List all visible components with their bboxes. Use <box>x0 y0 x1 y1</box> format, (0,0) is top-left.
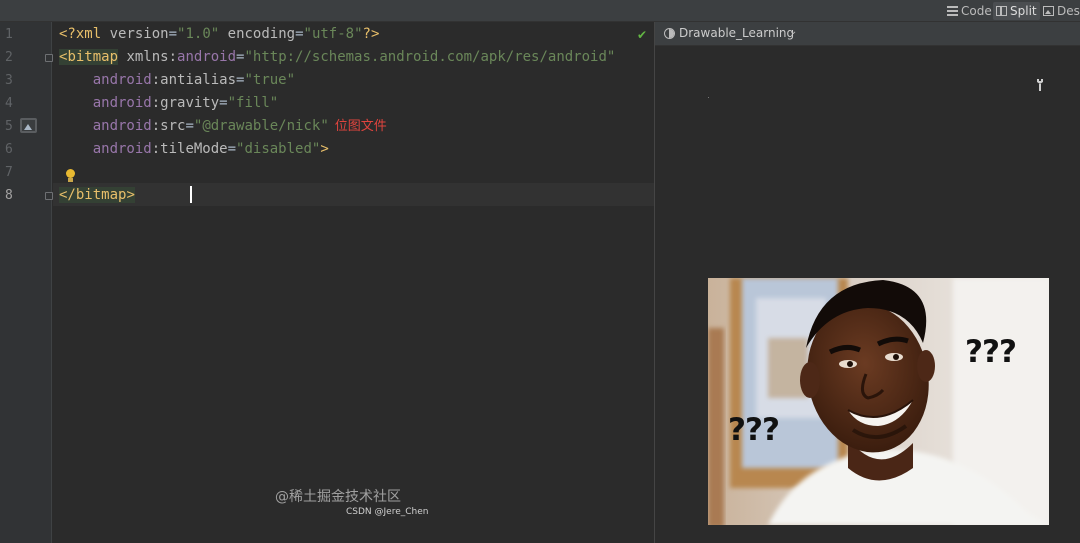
split-view-icon <box>996 6 1007 16</box>
bitmap-preview-image: ??? ??? <box>708 278 1049 525</box>
text-caret <box>190 186 192 203</box>
attr-name: :tileMode <box>151 141 228 157</box>
line-number: 3 <box>5 73 13 88</box>
attr-name: :gravity <box>151 95 220 111</box>
line-number: 6 <box>5 142 13 157</box>
chevron-down-icon[interactable]: ⌄ <box>789 26 797 37</box>
no-problems-check-icon[interactable]: ✔ <box>637 28 647 42</box>
line-number-gutter[interactable]: 1 2 3 4 5 6 7 8 <box>0 22 53 543</box>
namespace: android <box>92 141 152 157</box>
question-marks-left: ??? <box>728 412 780 448</box>
design-preview-panel[interactable]: Drawable_Learning ⌄ ??? ??? <box>654 22 1080 543</box>
fold-marker-icon[interactable] <box>45 54 53 62</box>
attr-value: "true" <box>244 72 296 88</box>
attr-name: :antialias <box>151 72 237 88</box>
code-line-3: android:antialias="true" <box>59 69 295 92</box>
drawable-preview-icon[interactable] <box>20 118 37 133</box>
namespace: android <box>92 118 152 134</box>
tag-name: bitmap <box>75 187 127 203</box>
attr-value: "disabled" <box>236 141 321 157</box>
wrench-icon[interactable] <box>1035 78 1045 92</box>
csdn-watermark: CSDN @Jere_Chen <box>346 507 429 517</box>
design-view-button[interactable]: Desi <box>1040 2 1080 20</box>
attr-eq: = <box>185 118 194 134</box>
fold-marker-icon[interactable] <box>45 192 53 200</box>
pi-close: ?> <box>362 26 380 42</box>
line-number: 4 <box>5 96 13 111</box>
xml-decl: xml <box>75 26 102 42</box>
attr-eq: = <box>295 26 304 42</box>
design-view-label: Desi <box>1057 4 1080 18</box>
current-line-highlight <box>53 183 654 206</box>
line-number: 7 <box>5 165 13 180</box>
editor-toolbar: Code Split Desi <box>0 0 1080 22</box>
code-line-1: <?xml version="1.0" encoding="utf-8"?> <box>59 23 379 46</box>
nick-image <box>708 278 1049 525</box>
attr-value: "http://schemas.android.com/apk/res/andr… <box>244 49 616 65</box>
namespace: android <box>177 49 237 65</box>
line-number: 5 <box>5 119 13 134</box>
tag-name: bitmap <box>67 49 119 65</box>
attr-value: "utf-8" <box>303 26 363 42</box>
namespace: android <box>92 72 152 88</box>
annotation-bitmap-file: 位图文件 <box>334 119 387 134</box>
attr-value: "1.0" <box>177 26 220 42</box>
namespace: android <box>92 95 152 111</box>
code-line-6: android:tileMode="disabled"> <box>59 138 329 161</box>
line-number: 1 <box>5 27 13 42</box>
preview-toolbar: Drawable_Learning ⌄ <box>655 22 1080 46</box>
attr-name: version <box>109 26 169 42</box>
juejin-watermark: @稀土掘金技术社区 <box>275 489 401 505</box>
theme-icon <box>664 28 675 39</box>
intention-bulb-icon[interactable] <box>65 169 76 183</box>
design-view-icon <box>1043 6 1054 16</box>
line-number: 2 <box>5 50 13 65</box>
code-view-button[interactable]: Code <box>944 2 995 20</box>
tag-close: > <box>126 187 135 203</box>
code-line-4: android:gravity="fill" <box>59 92 278 115</box>
line-number-current: 8 <box>5 188 13 203</box>
code-editor[interactable]: <?xml version="1.0" encoding="utf-8"?> <… <box>53 22 654 543</box>
attr-eq: = <box>219 95 228 111</box>
attr-name: :src <box>151 118 186 134</box>
attr-value: "@drawable/nick" <box>193 118 329 134</box>
attr-value: "fill" <box>227 95 279 111</box>
attr-name: xmlns: <box>126 49 178 65</box>
question-marks-right: ??? <box>965 334 1017 370</box>
attr-name: encoding <box>227 26 296 42</box>
code-line-8: </bitmap> <box>59 184 135 207</box>
code-view-label: Code <box>961 4 992 18</box>
code-line-5: android:src="@drawable/nick" 位图文件 <box>59 115 387 138</box>
tag-open: </ <box>59 187 76 203</box>
preview-artifact-dot <box>708 97 709 98</box>
split-view-label: Split <box>1010 4 1037 18</box>
tag-close: > <box>320 141 329 157</box>
code-line-2: <bitmap xmlns:android="http://schemas.an… <box>59 46 615 69</box>
code-view-icon <box>947 6 958 16</box>
theme-selector[interactable]: Drawable_Learning <box>679 26 794 40</box>
split-view-button[interactable]: Split <box>993 2 1040 20</box>
attr-eq: = <box>227 141 237 157</box>
attr-eq: = <box>168 26 178 42</box>
pi-open: <? <box>59 26 76 42</box>
